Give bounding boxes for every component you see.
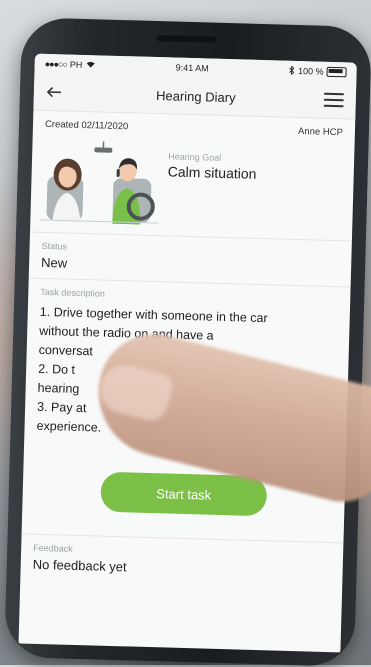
status-time: 9:41 AM bbox=[176, 63, 209, 74]
created-date: Created 02/11/2020 bbox=[45, 119, 129, 132]
battery-percent: 100 % bbox=[298, 66, 324, 77]
feedback-value: No feedback yet bbox=[33, 557, 331, 580]
hearing-goal-row: Hearing Goal Calm situation bbox=[30, 130, 355, 242]
bluetooth-icon bbox=[289, 65, 295, 76]
back-arrow-icon[interactable] bbox=[46, 81, 69, 103]
carrier-label: PH bbox=[70, 60, 83, 70]
task-label: Task description bbox=[40, 287, 338, 305]
battery-icon bbox=[326, 67, 346, 78]
hamburger-menu-icon[interactable] bbox=[324, 93, 344, 108]
status-value: New bbox=[41, 255, 339, 278]
goal-text: Hearing Goal Calm situation bbox=[160, 139, 258, 182]
status-bar-right: 100 % bbox=[289, 65, 347, 78]
goal-value: Calm situation bbox=[168, 163, 257, 181]
phone-speaker bbox=[156, 35, 216, 43]
owner-name: Anne HCP bbox=[298, 126, 343, 138]
wifi-icon bbox=[85, 60, 95, 70]
goal-label: Hearing Goal bbox=[168, 151, 257, 163]
signal-icon: ●●●○○ bbox=[45, 59, 67, 70]
car-illustration bbox=[40, 136, 160, 225]
page-title: Hearing Diary bbox=[156, 88, 236, 105]
status-bar-left: ●●●○○ PH bbox=[45, 59, 96, 70]
feedback-section: Feedback No feedback yet bbox=[20, 533, 343, 588]
